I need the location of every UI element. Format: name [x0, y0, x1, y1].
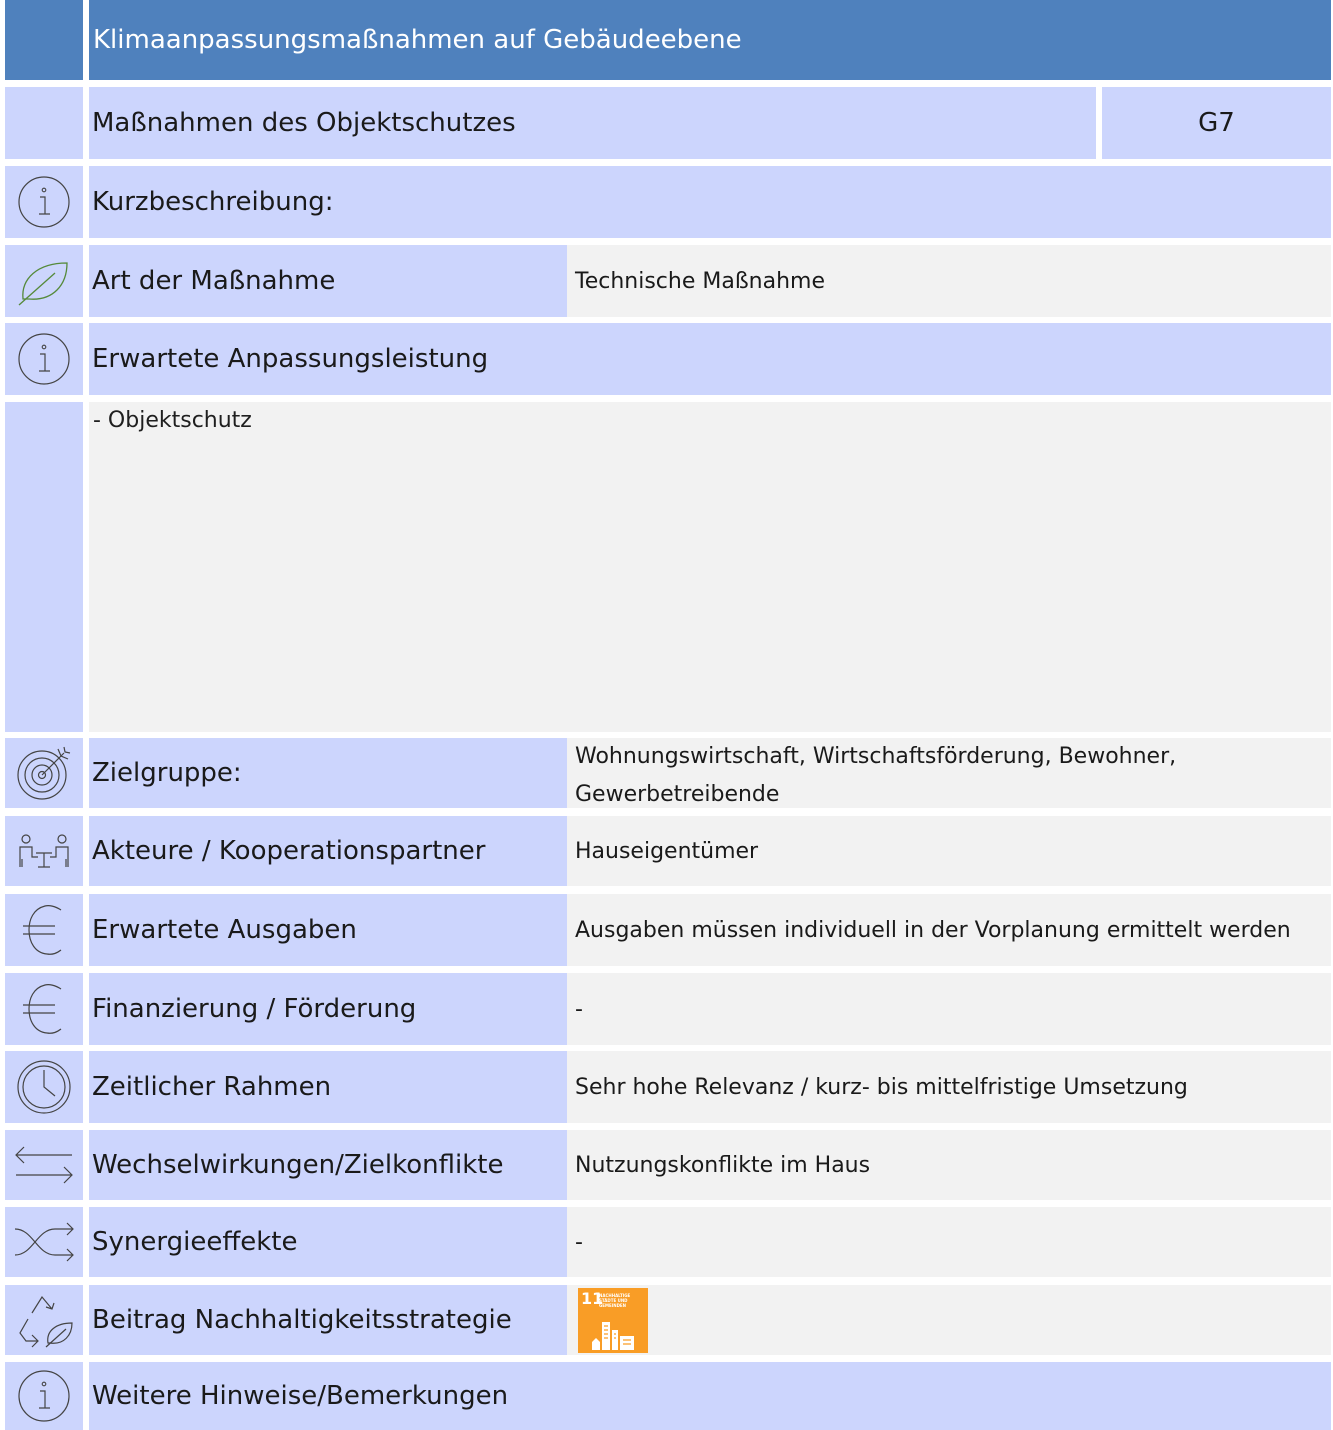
target-group-value: Wohnungswirtschaft, Wirtschaftsförderung…	[567, 738, 1331, 808]
clock-icon	[17, 1060, 71, 1114]
funding-icon-cell	[5, 973, 83, 1045]
timeframe-icon-cell	[5, 1051, 83, 1123]
target-group-line-1: Wohnungswirtschaft, Wirtschaftsförderung…	[575, 744, 1177, 769]
meeting-people-icon	[19, 834, 69, 868]
expenses-value: Ausgaben müssen individuell in der Vorpl…	[567, 894, 1331, 966]
interactions-icon-cell	[5, 1130, 83, 1200]
remarks-label: Weitere Hinweise/Bemerkungen	[89, 1362, 1331, 1430]
timeframe-value: Sehr hohe Relevanz / kurz- bis mittelfri…	[567, 1051, 1331, 1123]
measure-code: G7	[1102, 87, 1331, 159]
performance-text: - Objektschutz	[89, 402, 1331, 732]
synergies-icon-cell	[5, 1207, 83, 1277]
euro-icon	[23, 984, 62, 1034]
timeframe-label: Zeitlicher Rahmen	[89, 1051, 567, 1123]
short-description-icon-cell	[5, 166, 83, 238]
expenses-icon-cell	[5, 894, 83, 966]
type-value: Technische Maßnahme	[567, 245, 1331, 317]
actors-label: Akteure / Kooperationspartner	[89, 816, 567, 886]
arrows-exchange-icon	[15, 1146, 73, 1184]
info-icon	[18, 333, 70, 385]
type-label: Art der Maßnahme	[89, 245, 567, 317]
synergies-value: -	[567, 1207, 1331, 1277]
funding-value: -	[567, 973, 1331, 1045]
actors-value: Hauseigentümer	[567, 816, 1331, 886]
performance-label: Erwartete Anpassungsleistung	[89, 323, 1331, 395]
target-group-icon-cell	[5, 738, 83, 808]
shuffle-icon	[14, 1222, 74, 1262]
description-icon-cell	[5, 402, 83, 732]
funding-label: Finanzierung / Förderung	[89, 973, 567, 1045]
sdg-11-badge: 11 NACHHALTIGE STÄDTE UND GEMEINDEN	[578, 1288, 648, 1353]
target-group-line-2: Gewerbetreibende	[575, 782, 780, 807]
interactions-label: Wechselwirkungen/Zielkonflikte	[89, 1130, 567, 1200]
performance-icon-cell	[5, 323, 83, 395]
expenses-label: Erwartete Ausgaben	[89, 894, 567, 966]
city-icon	[592, 1322, 634, 1350]
measure-title: Maßnahmen des Objektschutzes	[89, 87, 1096, 159]
measure-icon-cell	[5, 87, 83, 159]
sustainability-value-cell	[567, 1285, 1331, 1355]
actors-icon-cell	[5, 816, 83, 886]
target-icon	[17, 746, 71, 800]
sustainability-label: Beitrag Nachhaltigkeitsstrategie	[89, 1285, 567, 1355]
header-icon-cell	[5, 0, 83, 80]
info-icon	[18, 1370, 70, 1422]
header-title: Klimaanpassungsmaßnahmen auf Gebäudeeben…	[89, 0, 1331, 80]
leaf-icon	[18, 262, 68, 306]
interactions-value: Nutzungskonflikte im Haus	[567, 1130, 1331, 1200]
sustainability-icon-cell	[5, 1285, 83, 1355]
info-icon	[18, 176, 70, 228]
remarks-icon-cell	[5, 1362, 83, 1430]
euro-icon	[23, 905, 62, 955]
synergies-label: Synergieeffekte	[89, 1207, 567, 1277]
short-description-label: Kurzbeschreibung:	[89, 166, 1331, 238]
sdg-text: NACHHALTIGE STÄDTE UND GEMEINDEN	[599, 1293, 631, 1308]
target-group-label: Zielgruppe:	[89, 738, 567, 808]
type-icon-cell	[5, 245, 83, 317]
recycle-leaf-icon	[19, 1295, 73, 1348]
